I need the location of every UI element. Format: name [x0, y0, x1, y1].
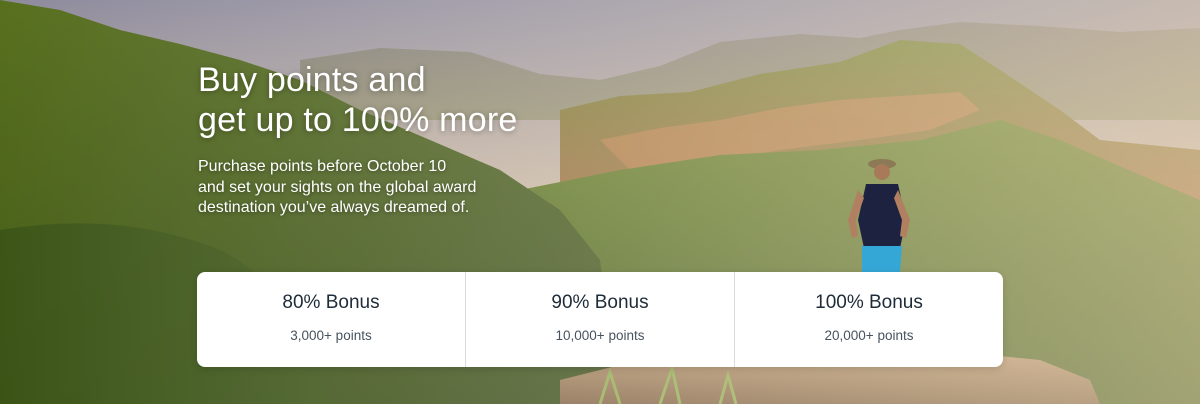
bonus-tier-title: 90% Bonus [551, 292, 649, 313]
bonus-tier-title: 100% Bonus [815, 292, 923, 313]
hero-description: Purchase points before October 10 and se… [198, 157, 528, 219]
description-line-2: and set your sights on the global award [198, 178, 477, 196]
hero-headline: Buy points and get up to 100% more [198, 60, 618, 140]
bonus-tier-80[interactable]: 80% Bonus 3,000+ points [197, 272, 465, 367]
headline-line-2: get up to 100% more [198, 101, 518, 139]
bonus-tier-90[interactable]: 90% Bonus 10,000+ points [465, 272, 734, 367]
page-bottom-strip [0, 404, 1200, 414]
description-line-3: destination you’ve always dreamed of. [198, 199, 470, 216]
bonus-tier-points: 10,000+ points [555, 328, 645, 343]
bonus-tier-points: 3,000+ points [290, 328, 372, 343]
bonus-tier-points: 20,000+ points [824, 328, 914, 343]
bonus-tiers-panel: 80% Bonus 3,000+ points 90% Bonus 10,000… [197, 272, 1003, 367]
headline-line-1: Buy points and [198, 61, 426, 99]
bonus-tier-title: 80% Bonus [282, 292, 380, 313]
bonus-tier-100[interactable]: 100% Bonus 20,000+ points [734, 272, 1003, 367]
hero-banner: Buy points and get up to 100% more Purch… [0, 0, 1200, 404]
description-line-1: Purchase points before October 10 [198, 158, 447, 175]
